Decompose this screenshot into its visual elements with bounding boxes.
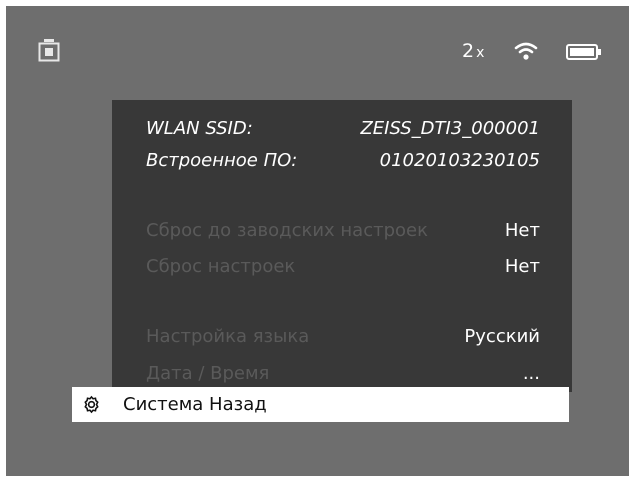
zoom-unit: x: [476, 45, 485, 61]
system-menu-panel: WLAN SSID: ZEISS_DTI3_000001 Встроенное …: [112, 100, 572, 392]
wlan-ssid-value: ZEISS_DTI3_000001: [360, 118, 540, 139]
language-label: Настройка языка: [146, 326, 310, 347]
date-time-item[interactable]: Дата / Время ...: [146, 361, 540, 387]
settings-reset-value: Нет: [504, 256, 540, 277]
language-value: Русский: [464, 326, 540, 347]
firmware-label: Встроенное ПО:: [146, 150, 298, 171]
footer-label: Система Назад: [123, 394, 267, 415]
gear-icon: [84, 395, 99, 414]
factory-reset-label: Сброс до заводских настроек: [146, 220, 428, 241]
zoom-value: 2: [462, 40, 475, 62]
date-time-label: Дата / Время: [146, 363, 270, 384]
wlan-ssid-label: WLAN SSID:: [146, 118, 253, 139]
settings-reset-label: Сброс настроек: [146, 256, 296, 277]
firmware-value: 01020103230105: [379, 150, 540, 171]
settings-reset-item[interactable]: Сброс настроек Нет: [146, 254, 540, 280]
factory-reset-value: Нет: [504, 220, 540, 241]
language-item[interactable]: Настройка языка Русский: [146, 324, 540, 350]
wlan-ssid-row: WLAN SSID: ZEISS_DTI3_000001: [146, 116, 540, 142]
wifi-icon: [514, 42, 538, 60]
menu-footer-bar[interactable]: Система Назад: [72, 387, 569, 422]
firmware-row: Встроенное ПО: 01020103230105: [146, 148, 540, 174]
zoom-indicator: 2x: [462, 39, 484, 65]
camera-icon: [38, 39, 60, 62]
date-time-value: ...: [522, 363, 540, 384]
device-screen: 2x WLAN SSID: ZEISS_DTI3_000001 Встроенн…: [6, 6, 629, 476]
battery-icon: [566, 44, 601, 60]
factory-reset-item[interactable]: Сброс до заводских настроек Нет: [146, 218, 540, 244]
